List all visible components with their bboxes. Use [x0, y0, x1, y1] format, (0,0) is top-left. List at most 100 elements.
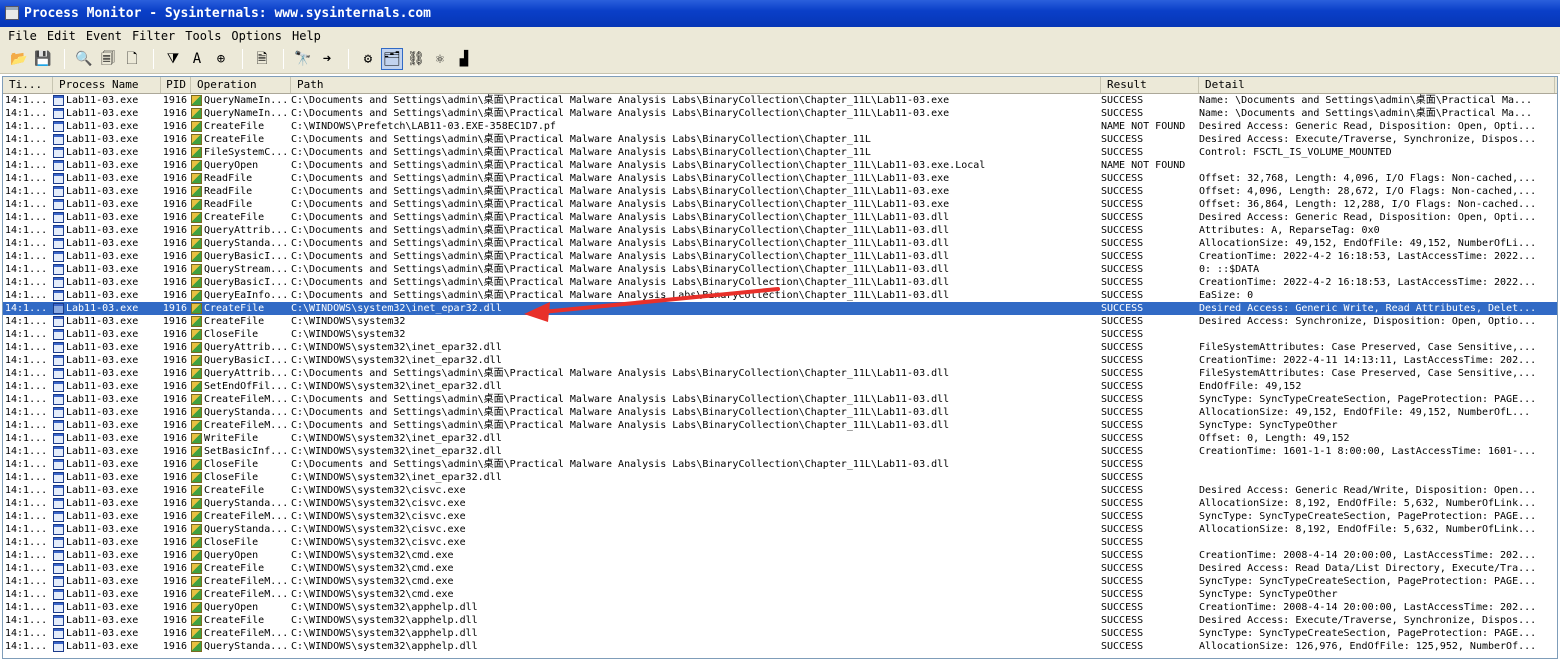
file-operation-icon: [191, 537, 202, 548]
cell-result: SUCCESS: [1101, 641, 1144, 652]
profiling-icon[interactable]: ▟: [453, 48, 475, 70]
open-icon[interactable]: 📂: [8, 48, 30, 70]
table-row[interactable]: 14:1... Lab11-03.exe 1916 CreateFileM... C:\…: [3, 627, 1557, 640]
table-row[interactable]: 14:1... Lab11-03.exe 1916 QueryStanda... C:\…: [3, 523, 1557, 536]
capture-icon[interactable]: 🔍: [73, 48, 95, 70]
cell-path: C:\WINDOWS\Prefetch\LAB11-03.EXE-358EC1D…: [291, 121, 556, 132]
filter-icon[interactable]: ⧩: [162, 48, 184, 70]
table-row[interactable]: 14:1... Lab11-03.exe 1916 CloseFile C:\Docum…: [3, 458, 1557, 471]
table-row[interactable]: 14:1... Lab11-03.exe 1916 CreateFileM... C:\…: [3, 393, 1557, 406]
table-row[interactable]: 14:1... Lab11-03.exe 1916 CloseFile C:\WINDO…: [3, 536, 1557, 549]
cell-operation: QueryAttrib...: [191, 224, 291, 237]
table-row[interactable]: 14:1... Lab11-03.exe 1916 CreateFileM... C:\…: [3, 419, 1557, 432]
table-row[interactable]: 14:1... Lab11-03.exe 1916 CreateFileM... C:\…: [3, 588, 1557, 601]
table-row[interactable]: 14:1... Lab11-03.exe 1916 CloseFile C:\WINDO…: [3, 471, 1557, 484]
cell-process-name-text: Lab11-03.exe: [66, 225, 139, 236]
table-row[interactable]: 14:1... Lab11-03.exe 1916 QueryNameIn... C:\…: [3, 94, 1557, 107]
table-row[interactable]: 14:1... Lab11-03.exe 1916 QueryOpen C:\WINDO…: [3, 601, 1557, 614]
title-bar[interactable]: Process Monitor - Sysinternals: www.sysi…: [0, 0, 1560, 27]
process-icon: [53, 524, 64, 535]
table-row[interactable]: 14:1... Lab11-03.exe 1916 WriteFile C:\WINDO…: [3, 432, 1557, 445]
menu-options[interactable]: Options: [226, 27, 287, 45]
table-row[interactable]: 14:1... Lab11-03.exe 1916 SetEndOfFil... C:\…: [3, 380, 1557, 393]
menu-filter[interactable]: Filter: [127, 27, 180, 45]
network-activity-icon[interactable]: ⛓: [405, 48, 427, 70]
table-row[interactable]: 14:1... Lab11-03.exe 1916 QueryBasicI... C:\…: [3, 250, 1557, 263]
table-row[interactable]: 14:1... Lab11-03.exe 1916 ReadFile C:\Docume…: [3, 172, 1557, 185]
table-row[interactable]: 14:1... Lab11-03.exe 1916 QueryOpen C:\WINDO…: [3, 549, 1557, 562]
cell-path: C:\WINDOWS\system32: [291, 329, 406, 340]
registry-activity-icon[interactable]: ⚙: [357, 48, 379, 70]
cell-time: 14:1...: [5, 433, 48, 444]
autoscroll-icon[interactable]: 🗐: [97, 48, 119, 70]
table-row[interactable]: 14:1... Lab11-03.exe 1916 QueryStanda... C:\…: [3, 640, 1557, 653]
process-activity-icon[interactable]: ⚛: [429, 48, 451, 70]
cell-path: C:\WINDOWS\system32\cmd.exe: [291, 550, 454, 561]
table-row[interactable]: 14:1... Lab11-03.exe 1916 QueryStanda... C:\…: [3, 406, 1557, 419]
table-row[interactable]: 14:1... Lab11-03.exe 1916 SetBasicInf... C:\…: [3, 445, 1557, 458]
table-row-selected[interactable]: 14:1... Lab11-03.exe 1916 CreateFile C:\WIND…: [3, 302, 1557, 315]
table-row[interactable]: 14:1... Lab11-03.exe 1916 QueryStream... C:\…: [3, 263, 1557, 276]
table-row[interactable]: 14:1... Lab11-03.exe 1916 QueryEaInfo... C:\…: [3, 289, 1557, 302]
cell-process-name-text: Lab11-03.exe: [66, 212, 139, 223]
table-row[interactable]: 14:1... Lab11-03.exe 1916 ReadFile C:\Docume…: [3, 198, 1557, 211]
table-row[interactable]: 14:1... Lab11-03.exe 1916 FileSystemC... C:\…: [3, 146, 1557, 159]
menu-help[interactable]: Help: [287, 27, 326, 45]
table-row[interactable]: 14:1... Lab11-03.exe 1916 QueryStanda... C:\…: [3, 237, 1557, 250]
file-activity-icon[interactable]: 🗂: [381, 48, 403, 70]
table-row[interactable]: 14:1... Lab11-03.exe 1916 CreateFile C:\WIND…: [3, 484, 1557, 497]
column-header-result[interactable]: Result: [1101, 77, 1199, 93]
column-header-path[interactable]: Path: [291, 77, 1101, 93]
cell-process-name-text: Lab11-03.exe: [66, 407, 139, 418]
table-row[interactable]: 14:1... Lab11-03.exe 1916 QueryOpen C:\Docum…: [3, 159, 1557, 172]
table-row[interactable]: 14:1... Lab11-03.exe 1916 CreateFileM... C:\…: [3, 510, 1557, 523]
process-icon: [53, 108, 64, 119]
cell-pid: 1916: [162, 550, 187, 561]
cell-operation-text: QueryOpen: [204, 550, 259, 561]
column-header-time[interactable]: Ti...: [3, 77, 53, 93]
table-row[interactable]: 14:1... Lab11-03.exe 1916 QueryAttrib... C:\…: [3, 367, 1557, 380]
jump-icon[interactable]: ➜: [316, 48, 338, 70]
highlight-icon[interactable]: A: [186, 48, 208, 70]
column-header-process-name[interactable]: Process Name: [53, 77, 161, 93]
table-row[interactable]: 14:1... Lab11-03.exe 1916 ReadFile C:\Docume…: [3, 185, 1557, 198]
cell-operation-text: CreateFile: [204, 316, 265, 327]
table-row[interactable]: 14:1... Lab11-03.exe 1916 QueryAttrib... C:\…: [3, 224, 1557, 237]
table-row[interactable]: 14:1... Lab11-03.exe 1916 CreateFileM... C:\…: [3, 575, 1557, 588]
cell-operation: QueryStanda...: [191, 237, 291, 250]
table-row[interactable]: 14:1... Lab11-03.exe 1916 CreateFile C:\WIND…: [3, 120, 1557, 133]
menu-tools[interactable]: Tools: [180, 27, 226, 45]
table-row[interactable]: 14:1... Lab11-03.exe 1916 CreateFile C:\Docu…: [3, 211, 1557, 224]
clear-icon[interactable]: 🗋: [121, 48, 143, 70]
column-header-detail[interactable]: Detail: [1199, 77, 1555, 93]
process-icon: [53, 394, 64, 405]
table-row[interactable]: 14:1... Lab11-03.exe 1916 CloseFile C:\WINDO…: [3, 328, 1557, 341]
menu-file[interactable]: File: [3, 27, 42, 45]
cell-process-name: Lab11-03.exe: [53, 588, 153, 601]
column-header-operation[interactable]: Operation: [191, 77, 291, 93]
menu-event[interactable]: Event: [81, 27, 127, 45]
table-row[interactable]: 14:1... Lab11-03.exe 1916 CreateFile C:\WIND…: [3, 614, 1557, 627]
table-row[interactable]: 14:1... Lab11-03.exe 1916 CreateFile C:\Docu…: [3, 133, 1557, 146]
table-row[interactable]: 14:1... Lab11-03.exe 1916 QueryStanda... C:\…: [3, 497, 1557, 510]
cell-process-name: Lab11-03.exe: [53, 107, 153, 120]
table-row[interactable]: 14:1... Lab11-03.exe 1916 CreateFile C:\WIND…: [3, 315, 1557, 328]
cell-pid: 1916: [162, 407, 187, 418]
menu-edit[interactable]: Edit: [42, 27, 81, 45]
cell-path: C:\WINDOWS\system32\apphelp.dll: [291, 628, 478, 639]
save-icon[interactable]: 💾: [32, 48, 54, 70]
cell-pid: 1916: [162, 355, 187, 366]
process-tree-icon[interactable]: 🗎: [251, 48, 273, 70]
include-process-icon[interactable]: ⊕: [210, 48, 232, 70]
cell-pid: 1916: [162, 225, 187, 236]
table-row[interactable]: 14:1... Lab11-03.exe 1916 CreateFile C:\WIND…: [3, 562, 1557, 575]
table-row[interactable]: 14:1... Lab11-03.exe 1916 QueryAttrib... C:\…: [3, 341, 1557, 354]
cell-process-name-text: Lab11-03.exe: [66, 264, 139, 275]
table-row[interactable]: 14:1... Lab11-03.exe 1916 QueryNameIn... C:\…: [3, 107, 1557, 120]
find-icon[interactable]: 🔭: [292, 48, 314, 70]
table-row[interactable]: 14:1... Lab11-03.exe 1916 QueryBasicI... C:\…: [3, 354, 1557, 367]
table-row[interactable]: 14:1... Lab11-03.exe 1916 QueryBasicI... C:\…: [3, 276, 1557, 289]
file-operation-icon: [191, 420, 202, 431]
cell-result: SUCCESS: [1101, 459, 1144, 470]
column-header-pid[interactable]: PID: [161, 77, 191, 93]
